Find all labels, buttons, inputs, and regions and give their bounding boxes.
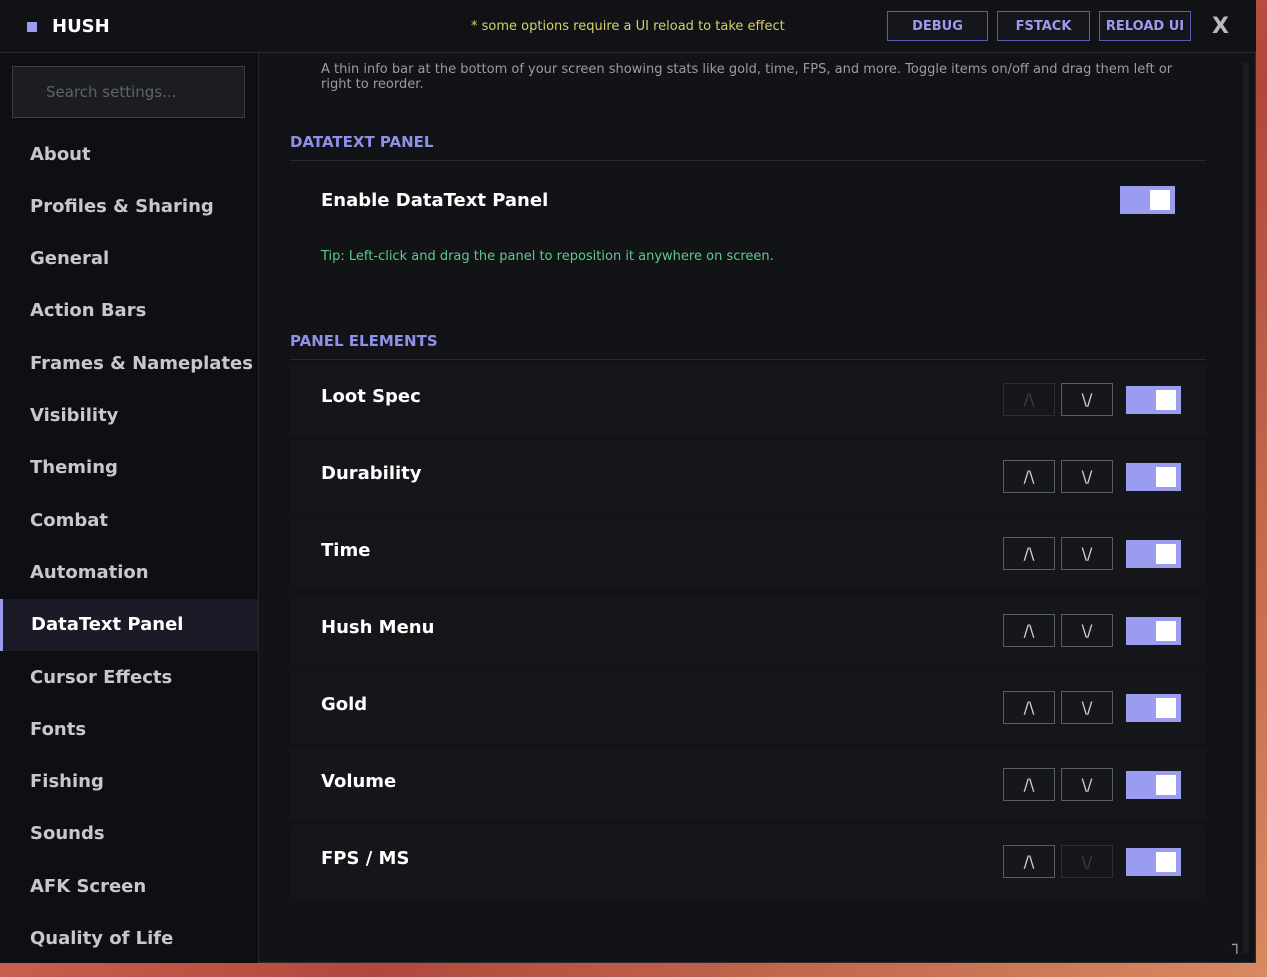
sidebar-item-datatext-panel[interactable]: DataText Panel	[0, 598, 258, 651]
sidebar-item-fishing[interactable]: Fishing	[0, 756, 258, 808]
move-down-button[interactable]: \/	[1061, 768, 1113, 801]
close-icon[interactable]: X	[1212, 14, 1229, 39]
resize-grip-icon[interactable]: ┐	[1232, 935, 1246, 955]
panel-element-toggle[interactable]	[1126, 771, 1181, 799]
toggle-knob	[1156, 621, 1176, 641]
panel-element-label: Durability	[321, 463, 422, 484]
section-header-panel-elements: PANEL ELEMENTS	[290, 332, 1206, 360]
sidebar-item-about[interactable]: About	[0, 128, 258, 180]
move-down-button[interactable]: \/	[1061, 537, 1113, 570]
sidebar: AboutProfiles & SharingGeneralAction Bar…	[0, 53, 259, 963]
panel-element-row: Time /\ \/	[290, 517, 1206, 590]
panel-element-label: FPS / MS	[321, 848, 410, 869]
panel-element-toggle[interactable]	[1126, 386, 1181, 414]
reload-ui-button[interactable]: RELOAD UI	[1099, 11, 1191, 41]
move-down-button[interactable]: \/	[1061, 614, 1113, 647]
toggle-knob	[1156, 544, 1176, 564]
sidebar-item-visibility[interactable]: Visibility	[0, 390, 258, 442]
move-down-button: \/	[1061, 845, 1113, 878]
sidebar-item-action-bars[interactable]: Action Bars	[0, 285, 258, 337]
toggle-knob	[1156, 390, 1176, 410]
enable-datatext-label: Enable DataText Panel	[321, 190, 549, 211]
move-up-button[interactable]: /\	[1003, 845, 1055, 878]
panel-element-toggle[interactable]	[1126, 540, 1181, 568]
sidebar-item-profiles-sharing[interactable]: Profiles & Sharing	[0, 180, 258, 232]
move-down-button[interactable]: \/	[1061, 691, 1113, 724]
sidebar-item-sounds[interactable]: Sounds	[0, 808, 258, 860]
move-down-button[interactable]: \/	[1061, 460, 1113, 493]
panel-element-label: Volume	[321, 771, 397, 792]
toggle-knob	[1156, 698, 1176, 718]
move-up-button[interactable]: /\	[1003, 614, 1055, 647]
move-down-button[interactable]: \/	[1061, 383, 1113, 416]
sidebar-item-fonts[interactable]: Fonts	[0, 703, 258, 755]
panel-element-toggle[interactable]	[1126, 617, 1181, 645]
sidebar-item-afk-screen[interactable]: AFK Screen	[0, 860, 258, 912]
title-bar: HUSH * some options require a UI reload …	[0, 0, 1256, 53]
panel-element-row: Hush Menu /\ \/	[290, 594, 1206, 667]
panel-element-toggle[interactable]	[1126, 848, 1181, 876]
panel-element-row: FPS / MS /\ \/	[290, 825, 1206, 898]
app-title: HUSH	[52, 16, 110, 37]
sidebar-item-automation[interactable]: Automation	[0, 546, 258, 598]
panel-element-row: Volume /\ \/	[290, 748, 1206, 821]
toggle-knob	[1156, 775, 1176, 795]
search-input[interactable]	[12, 66, 245, 118]
tip-text: Tip: Left-click and drag the panel to re…	[321, 249, 774, 264]
panel-element-row: Gold /\ \/	[290, 671, 1206, 744]
logo-square-icon	[27, 22, 37, 32]
scrollbar[interactable]	[1243, 63, 1249, 953]
move-up-button[interactable]: /\	[1003, 537, 1055, 570]
panel-element-row: Loot Spec /\ \/	[290, 363, 1206, 436]
panel-element-label: Loot Spec	[321, 386, 421, 407]
reload-note: * some options require a UI reload to ta…	[471, 19, 785, 34]
panel-element-row: Durability /\ \/	[290, 440, 1206, 513]
enable-datatext-toggle[interactable]	[1120, 186, 1175, 214]
move-up-button[interactable]: /\	[1003, 460, 1055, 493]
panel-element-label: Gold	[321, 694, 368, 715]
panel-element-label: Hush Menu	[321, 617, 435, 638]
sidebar-item-frames-nameplates[interactable]: Frames & Nameplates	[0, 337, 258, 389]
panel-element-toggle[interactable]	[1126, 463, 1181, 491]
sidebar-item-theming[interactable]: Theming	[0, 442, 258, 494]
move-up-button: /\	[1003, 383, 1055, 416]
panel-description: A thin info bar at the bottom of your sc…	[321, 62, 1173, 92]
move-up-button[interactable]: /\	[1003, 768, 1055, 801]
sidebar-item-general[interactable]: General	[0, 233, 258, 285]
debug-button[interactable]: DEBUG	[887, 11, 988, 41]
panel-element-toggle[interactable]	[1126, 694, 1181, 722]
fstack-button[interactable]: FSTACK	[997, 11, 1090, 41]
sidebar-item-combat[interactable]: Combat	[0, 494, 258, 546]
section-header-datatext: DATATEXT PANEL	[290, 133, 1206, 161]
panel-element-label: Time	[321, 540, 371, 561]
sidebar-item-cursor-effects[interactable]: Cursor Effects	[0, 651, 258, 703]
toggle-knob	[1156, 467, 1176, 487]
sidebar-item-quality-of-life[interactable]: Quality of Life	[0, 913, 258, 965]
main-content: A thin info bar at the bottom of your sc…	[259, 53, 1256, 963]
move-up-button[interactable]: /\	[1003, 691, 1055, 724]
settings-window: HUSH * some options require a UI reload …	[0, 0, 1256, 963]
toggle-knob	[1156, 852, 1176, 872]
toggle-knob	[1150, 190, 1170, 210]
